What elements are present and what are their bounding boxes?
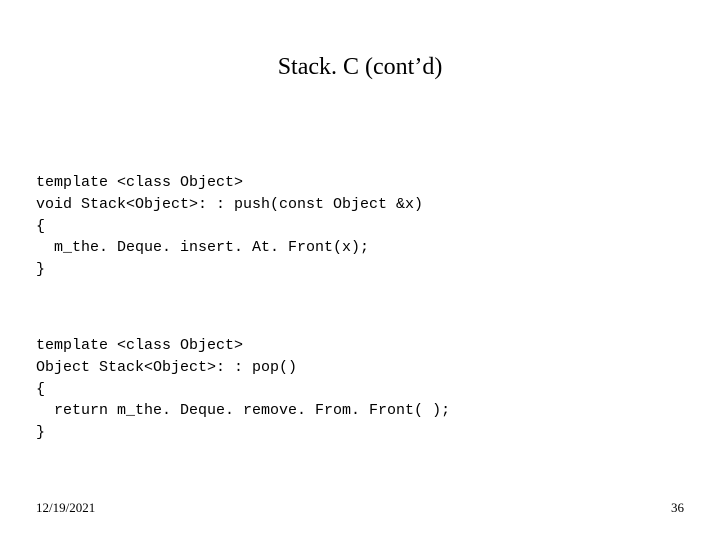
footer-date: 12/19/2021 bbox=[36, 500, 95, 516]
code-block-push: template <class Object> void Stack<Objec… bbox=[36, 172, 423, 281]
code-line: return m_the. Deque. remove. From. Front… bbox=[36, 402, 450, 419]
code-line: } bbox=[36, 261, 45, 278]
code-line: } bbox=[36, 424, 45, 441]
code-line: m_the. Deque. insert. At. Front(x); bbox=[36, 239, 369, 256]
footer-page-number: 36 bbox=[671, 500, 684, 516]
slide-title: Stack. C (cont’d) bbox=[0, 54, 720, 81]
code-line: template <class Object> bbox=[36, 337, 243, 354]
slide: Stack. C (cont’d) template <class Object… bbox=[0, 0, 720, 540]
code-line: Object Stack<Object>: : pop() bbox=[36, 359, 297, 376]
code-line: void Stack<Object>: : push(const Object … bbox=[36, 196, 423, 213]
code-block-pop: template <class Object> Object Stack<Obj… bbox=[36, 335, 450, 444]
code-line: template <class Object> bbox=[36, 174, 243, 191]
code-line: { bbox=[36, 381, 45, 398]
code-line: { bbox=[36, 218, 45, 235]
